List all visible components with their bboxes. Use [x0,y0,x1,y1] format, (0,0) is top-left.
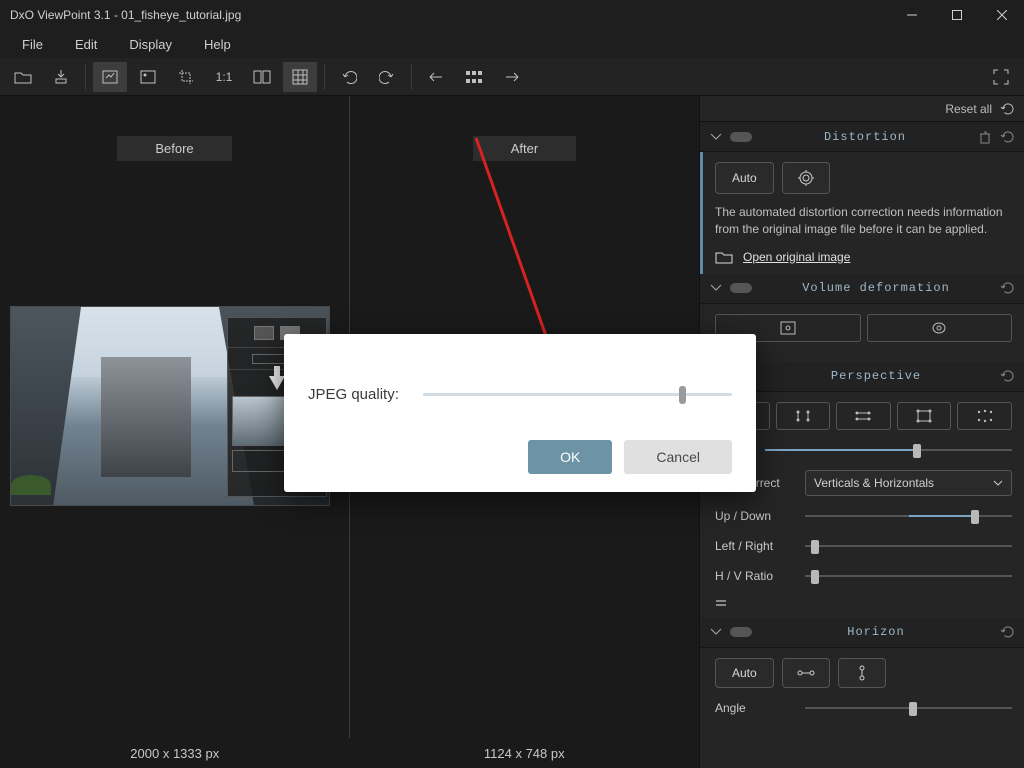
before-dimensions: 2000 x 1333 px [0,746,350,761]
perspective-title: Perspective [760,369,992,383]
distortion-note: The automated distortion correction need… [715,204,1012,238]
horizon-tool-v[interactable] [838,658,886,688]
updown-slider[interactable] [805,506,1012,526]
jpeg-quality-label: JPEG quality: [308,386,399,403]
menu-help[interactable]: Help [190,33,245,56]
horizon-auto-button[interactable]: Auto [715,658,774,688]
reset-icon[interactable] [1000,130,1014,144]
chevron-down-icon [993,480,1003,486]
thumbnails-icon[interactable] [457,62,491,92]
grid-icon[interactable] [283,62,317,92]
after-dimensions: 1124 x 748 px [350,746,700,761]
arrow-down-icon [269,376,285,390]
view-image-icon[interactable] [131,62,165,92]
trash-icon[interactable] [978,130,992,144]
updown-label: Up / Down [715,509,795,523]
menu-file[interactable]: File [8,33,57,56]
cancel-button[interactable]: Cancel [624,440,732,474]
reset-icon[interactable] [1000,281,1014,295]
collapse-icon [710,626,722,638]
distortion-title: Distortion [760,130,970,144]
leftright-slider[interactable] [805,536,1012,556]
hvratio-label: H / V Ratio [715,569,795,583]
collapse-icon [710,131,722,143]
after-label: After [473,136,576,161]
volume-mode-2[interactable] [867,314,1013,342]
open-original-link[interactable]: Open original image [743,250,850,264]
close-button[interactable] [979,0,1024,30]
persp-mode-vert[interactable] [776,402,831,430]
before-label: Before [117,136,231,161]
next-icon[interactable] [495,62,529,92]
ok-button[interactable]: OK [528,440,612,474]
undo-icon[interactable] [332,62,366,92]
open-file-icon[interactable] [6,62,40,92]
window-title: DxO ViewPoint 3.1 - 01_fisheye_tutorial.… [10,8,889,22]
horizon-toggle[interactable] [730,627,752,637]
maximize-button[interactable] [934,0,979,30]
minimize-button[interactable] [889,0,934,30]
menu-display[interactable]: Display [115,33,186,56]
compare-icon[interactable] [245,62,279,92]
volume-title: Volume deformation [760,281,992,295]
horizon-title: Horizon [760,625,992,639]
persp-mode-rect[interactable] [897,402,952,430]
prev-icon[interactable] [419,62,453,92]
menubar: File Edit Display Help [0,30,1024,58]
distortion-auto-button[interactable]: Auto [715,162,774,194]
redo-icon[interactable] [370,62,404,92]
reset-icon[interactable] [1000,625,1014,639]
expand-more-icon[interactable] [715,596,727,608]
perspective-intensity-slider[interactable] [765,440,1012,460]
folder-icon [715,250,733,264]
jpeg-quality-slider[interactable] [423,384,732,404]
before-image[interactable] [10,306,330,506]
zoom-actual-button[interactable]: 1:1 [207,62,241,92]
jpeg-quality-dialog: JPEG quality: OK Cancel [284,334,756,492]
hvratio-slider[interactable] [805,566,1012,586]
volume-toggle[interactable] [730,283,752,293]
reset-all-icon[interactable] [1000,102,1014,116]
save-icon[interactable] [44,62,78,92]
angle-slider[interactable] [805,698,1012,718]
view-single-icon[interactable] [93,62,127,92]
angle-label: Angle [715,701,795,715]
section-volume-header[interactable]: Volume deformation [700,274,1024,304]
persp-mode-8pt[interactable] [957,402,1012,430]
fullscreen-icon[interactable] [984,62,1018,92]
toolbar: 1:1 [0,58,1024,96]
auto-correct-select[interactable]: Verticals & Horizontals [805,470,1012,496]
reset-icon[interactable] [1000,369,1014,383]
distortion-manual-icon[interactable] [782,162,830,194]
reset-all-button[interactable]: Reset all [945,102,992,116]
menu-edit[interactable]: Edit [61,33,111,56]
persp-mode-horiz[interactable] [836,402,891,430]
crop-icon[interactable] [169,62,203,92]
horizon-tool-h[interactable] [782,658,830,688]
leftright-label: Left / Right [715,539,795,553]
section-horizon-header[interactable]: Horizon [700,618,1024,648]
titlebar: DxO ViewPoint 3.1 - 01_fisheye_tutorial.… [0,0,1024,30]
section-distortion-header[interactable]: Distortion [700,122,1024,152]
collapse-icon [710,282,722,294]
distortion-toggle[interactable] [730,132,752,142]
